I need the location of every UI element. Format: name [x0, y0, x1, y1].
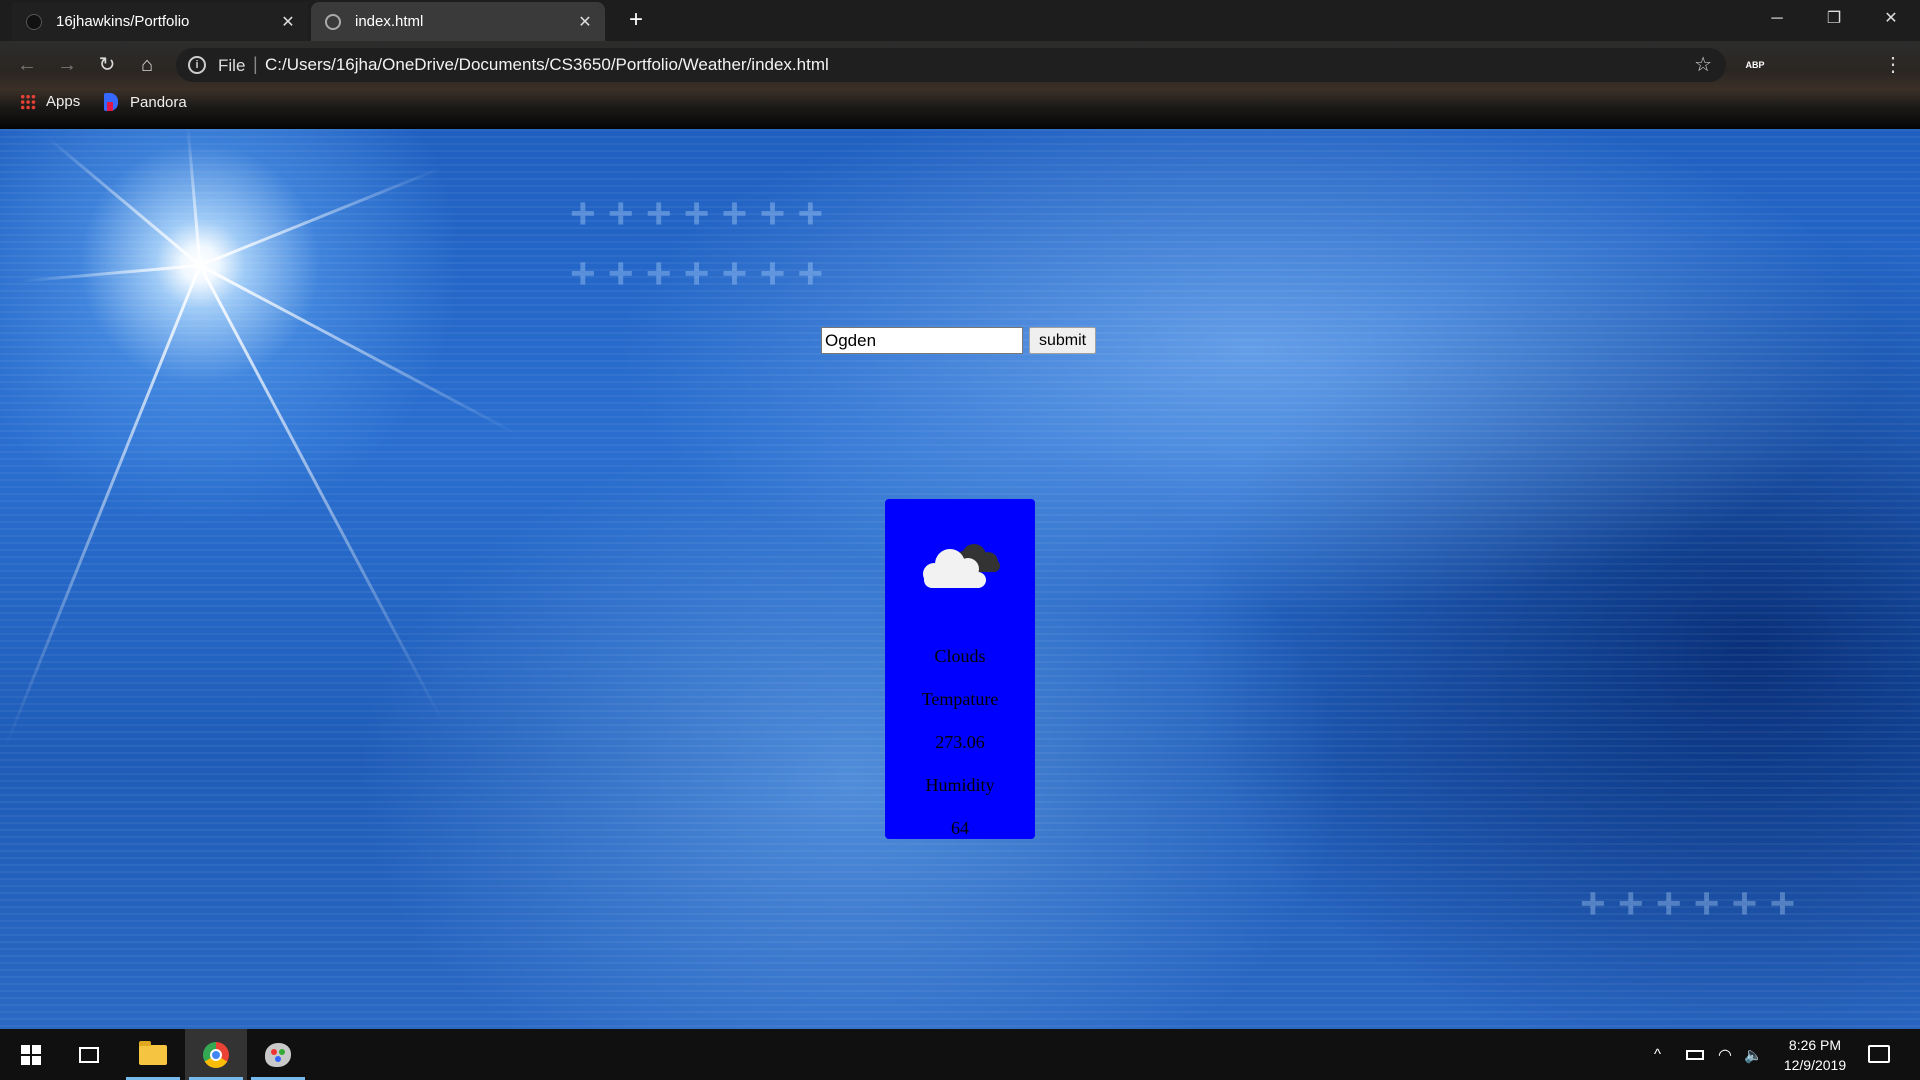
tab-title: index.html — [355, 13, 424, 30]
battery-icon[interactable] — [1686, 1029, 1704, 1080]
extension-icon[interactable] — [1786, 54, 1808, 76]
bookmark-apps[interactable]: Apps — [20, 93, 80, 110]
sparkle-decoration: + + + + + + + — [570, 249, 824, 298]
profile-avatar[interactable] — [1841, 54, 1863, 76]
clouds-icon — [923, 544, 1000, 588]
temperature-label: Tempature — [921, 689, 999, 709]
url-text[interactable]: C:/Users/16jha/OneDrive/Documents/CS3650… — [265, 55, 829, 75]
bookmark-star-icon[interactable]: ☆ — [1694, 52, 1712, 77]
github-favicon-icon — [26, 13, 42, 30]
paint-taskbar-button[interactable] — [247, 1029, 309, 1080]
sparkle-decoration: + + + + + + — [1580, 879, 1796, 928]
wifi-icon[interactable]: ◠ — [1718, 1029, 1732, 1080]
start-button[interactable] — [0, 1029, 62, 1080]
bookmark-pandora[interactable]: Pandora — [104, 93, 187, 111]
task-view-button[interactable] — [58, 1029, 120, 1080]
globe-favicon-icon — [325, 13, 341, 30]
sparkle-decoration: + + + + + + + — [570, 189, 824, 238]
forward-button[interactable]: → — [50, 48, 84, 82]
clock-time: 8:26 PM — [1788, 1037, 1842, 1053]
browser-titlebar: 16jhawkins/Portfolio ✕ index.html ✕ + ─ … — [0, 0, 1920, 41]
reload-button[interactable]: ↻ — [90, 48, 124, 82]
tab-portfolio[interactable]: 16jhawkins/Portfolio ✕ — [12, 2, 308, 41]
pandora-icon — [104, 93, 118, 111]
windows-taskbar: ^ ◠ 🔈 8:26 PM 12/9/2019 — [0, 1029, 1920, 1080]
url-separator: | — [253, 54, 258, 74]
chrome-icon — [203, 1041, 229, 1068]
bookmark-label: Pandora — [130, 93, 187, 111]
task-view-icon — [79, 1046, 99, 1063]
tab-index-html[interactable]: index.html ✕ — [311, 2, 605, 41]
volume-icon[interactable]: 🔈 — [1744, 1029, 1763, 1080]
clock-date: 12/9/2019 — [1783, 1057, 1847, 1073]
file-explorer-button[interactable] — [122, 1029, 184, 1080]
humidity-value: 64 — [951, 818, 969, 838]
humidity-label: Humidity — [925, 775, 995, 795]
minimize-button[interactable]: ─ — [1749, 0, 1805, 38]
weather-condition: Clouds — [934, 646, 986, 666]
action-center-icon[interactable] — [1868, 1045, 1890, 1063]
weather-details: Clouds Tempature 273.06 Humidity 64 — [885, 645, 1035, 839]
info-icon[interactable]: i — [188, 56, 206, 74]
city-input[interactable] — [821, 327, 1023, 354]
address-bar[interactable]: i File | C:/Users/16jha/OneDrive/Documen… — [176, 48, 1726, 82]
paint-icon — [265, 1042, 291, 1067]
browser-toolbar: ← → ↻ ⌂ i File | C:/Users/16jha/OneDrive… — [0, 41, 1920, 129]
bookmark-label: Apps — [46, 93, 81, 110]
folder-icon — [139, 1040, 167, 1065]
system-clock[interactable]: 8:26 PM 12/9/2019 — [1770, 1035, 1860, 1075]
page-viewport: + + + + + + + + + + + + + + + + + + + + … — [0, 129, 1920, 1029]
tray-chevron-icon[interactable]: ^ — [1654, 1029, 1661, 1080]
home-button[interactable]: ⌂ — [130, 48, 164, 82]
back-button[interactable]: ← — [10, 48, 44, 82]
apps-grid-icon — [20, 93, 36, 110]
chrome-taskbar-button[interactable] — [185, 1029, 247, 1080]
new-tab-button[interactable]: + — [622, 6, 650, 34]
temperature-value: 273.06 — [935, 732, 985, 752]
tab-close-icon[interactable]: ✕ — [274, 12, 302, 32]
windows-logo-icon — [21, 1044, 41, 1065]
tab-title: 16jhawkins/Portfolio — [56, 13, 190, 30]
weather-card: Clouds Tempature 273.06 Humidity 64 — [885, 499, 1035, 839]
url-scheme: File — [218, 56, 246, 75]
tab-close-icon[interactable]: ✕ — [571, 12, 599, 32]
restore-button[interactable]: ❐ — [1806, 0, 1862, 38]
adblock-plus-icon[interactable]: ABP — [1744, 54, 1766, 76]
city-search-form: submit — [821, 327, 1097, 354]
submit-button[interactable]: submit — [1029, 327, 1097, 354]
window-close-button[interactable]: ✕ — [1863, 0, 1919, 38]
browser-menu-icon[interactable]: ⋮ — [1876, 48, 1910, 82]
